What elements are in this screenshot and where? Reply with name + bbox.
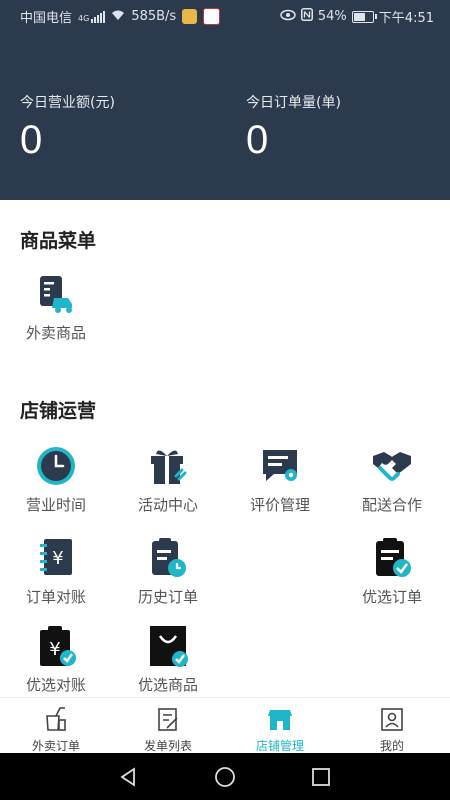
ops-section-title: 店铺运营 [20, 400, 97, 422]
carrier-text: 中国电信 [20, 11, 73, 26]
network-speed-text: 585B/s [131, 9, 177, 24]
preferred-reconcile-icon: ¥ [34, 624, 78, 668]
eye-icon [280, 9, 296, 25]
history-order-icon [146, 536, 190, 580]
tab-takeout-orders[interactable]: 外卖订单 [0, 698, 112, 754]
signal-icon: 4G [78, 10, 106, 23]
ops-item-preferred-orders[interactable]: 优选订单 [336, 536, 448, 607]
bottom-tab-bar: 外卖订单 发单列表 店铺管理 我的 [0, 697, 450, 754]
ops-item-label: 配送合作 [361, 496, 422, 514]
tab-profile[interactable]: 我的 [336, 698, 448, 754]
preferred-goods-icon [146, 624, 190, 668]
profile-icon [378, 705, 406, 733]
clock-icon [34, 444, 78, 488]
revenue-stat: 今日营业额(元) 0 [20, 92, 115, 163]
tab-label: 我的 [379, 739, 404, 753]
tab-store-management[interactable]: 店铺管理 [224, 698, 336, 754]
revenue-value: 0 [20, 118, 43, 162]
network-type-text: 4G [78, 13, 90, 23]
takeout-order-icon [42, 705, 70, 733]
home-icon[interactable] [213, 765, 237, 789]
tab-label: 店铺管理 [255, 739, 304, 753]
revenue-label: 今日营业额(元) [20, 95, 115, 111]
notification-app2-icon [203, 8, 221, 25]
ops-item-label: 优选对账 [25, 676, 86, 694]
header-panel: 中国电信 4G 585B/s 54% 下午4:51 今日营业额(元) 0 今日订… [0, 0, 450, 200]
orders-stat: 今日订单量(单) 0 [246, 92, 341, 163]
menu-item-takeout-goods[interactable]: 外卖商品 [0, 272, 112, 343]
orders-label: 今日订单量(单) [246, 95, 341, 111]
ops-item-delivery-partner[interactable]: 配送合作 [336, 444, 448, 515]
yuan-ledger-icon: ¥ [34, 536, 78, 580]
clock-text: 下午4:51 [378, 11, 434, 26]
ops-item-label: 历史订单 [137, 588, 198, 606]
ops-item-label: 优选订单 [361, 588, 422, 606]
ops-item-order-history[interactable]: 历史订单 [112, 536, 224, 607]
ops-item-preferred-goods[interactable]: 优选商品 [112, 624, 224, 695]
send-list-icon [154, 705, 182, 733]
preferred-order-icon [370, 536, 414, 580]
ops-item-label: 评价管理 [249, 496, 310, 514]
notification-app-icon [182, 9, 198, 24]
menu-section-title: 商品菜单 [20, 230, 97, 252]
gift-icon [146, 444, 190, 488]
status-bar: 中国电信 4G 585B/s 54% 下午4:51 [0, 0, 450, 32]
svg-text:¥: ¥ [49, 639, 60, 660]
recent-apps-icon[interactable] [309, 765, 333, 789]
back-icon[interactable] [116, 765, 140, 789]
tab-send-list[interactable]: 发单列表 [112, 698, 224, 754]
takeout-goods-icon [34, 272, 78, 316]
ops-item-preferred-reconcile[interactable]: ¥ 优选对账 [0, 624, 112, 695]
tab-label: 发单列表 [143, 739, 192, 753]
ops-item-label: 营业时间 [25, 496, 86, 514]
orders-value: 0 [246, 118, 269, 162]
ops-item-order-reconcile[interactable]: ¥ 订单对账 [0, 536, 112, 607]
wifi-icon [111, 9, 125, 24]
handshake-icon [370, 444, 414, 488]
review-icon [258, 444, 302, 488]
system-nav-bar [0, 753, 450, 800]
svg-text:¥: ¥ [52, 548, 63, 569]
menu-item-label: 外卖商品 [25, 324, 86, 342]
nfc-icon [300, 8, 313, 25]
ops-item-label: 活动中心 [137, 496, 198, 514]
ops-item-business-hours[interactable]: 营业时间 [0, 444, 112, 515]
ops-item-review-management[interactable]: 评价管理 [224, 444, 336, 515]
ops-item-activity-center[interactable]: 活动中心 [112, 444, 224, 515]
battery-percent-text: 54% [317, 9, 347, 24]
battery-icon [351, 10, 377, 23]
ops-item-label: 优选商品 [137, 676, 198, 694]
ops-item-label: 订单对账 [25, 588, 86, 606]
store-icon [266, 705, 294, 733]
tab-label: 外卖订单 [31, 739, 80, 753]
